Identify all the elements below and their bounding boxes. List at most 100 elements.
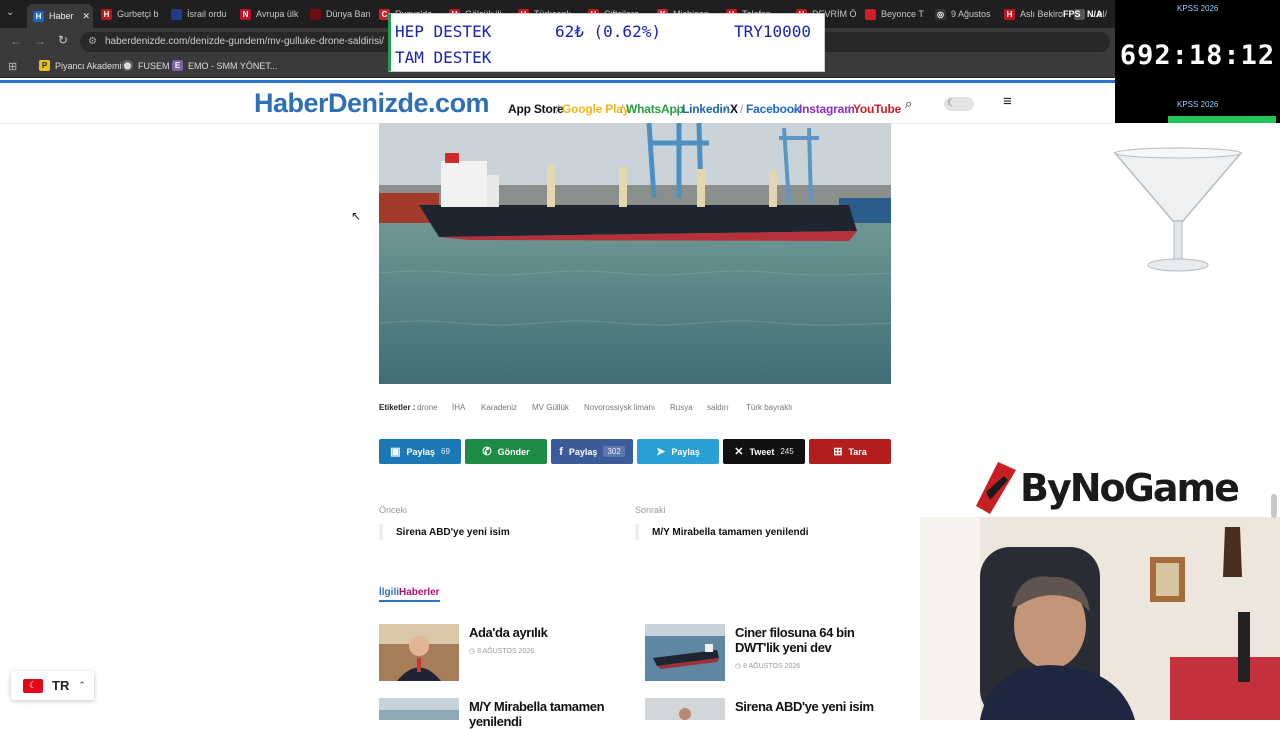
countdown-overlay: KPSS 2026 692:18:12 KPSS 2026 bbox=[1115, 0, 1280, 123]
ticker-line-2: TAM DESTEK bbox=[395, 48, 492, 67]
share-label: Gönder bbox=[497, 446, 530, 457]
tab-title: Beyonce T bbox=[881, 9, 924, 19]
emo-icon: E bbox=[172, 60, 183, 71]
browser-tab[interactable]: N Avrupa ülk bbox=[234, 4, 300, 24]
globe-icon: ◍ bbox=[122, 60, 133, 71]
related-thumb-3[interactable] bbox=[379, 698, 459, 720]
prev-marker bbox=[379, 524, 383, 540]
bookmark-label: FUSEM bbox=[138, 60, 170, 71]
bookmark-emo[interactable]: E EMO - SMM YÖNET... bbox=[172, 60, 277, 71]
tag-link[interactable]: saldırı bbox=[707, 403, 729, 412]
tab-list-dropdown-icon[interactable]: ⌄ bbox=[6, 7, 14, 18]
apps-grid-icon[interactable]: ⊞ bbox=[8, 60, 17, 73]
portrait-photo bbox=[379, 624, 459, 681]
related-title-3[interactable]: M/Y Mirabella tamamen yenilendi bbox=[469, 699, 619, 729]
tag-link[interactable]: Rusya bbox=[670, 403, 693, 412]
whatsapp-icon: ✆ bbox=[482, 446, 492, 458]
article-hero-image bbox=[379, 123, 891, 384]
related-date-1: ◷ 8 AĞUSTOS 2026 bbox=[469, 648, 535, 655]
nav-separator: / bbox=[556, 102, 560, 116]
countdown-progress-bar bbox=[1168, 116, 1276, 123]
browser-tab[interactable]: H Haber ✕ bbox=[27, 4, 93, 28]
qr-code-icon: ⊞ bbox=[833, 446, 843, 458]
nav-separator: / bbox=[740, 102, 744, 116]
martini-glass-icon bbox=[1113, 147, 1243, 272]
related-thumb-1[interactable] bbox=[379, 624, 459, 681]
prev-article-link[interactable]: Sirena ABD'ye yeni isim bbox=[396, 527, 510, 538]
share-button-x[interactable]: ✕ Tweet 245 bbox=[723, 439, 805, 464]
tag-link[interactable]: Türk bayraklı bbox=[746, 403, 792, 412]
share-label: Tweet bbox=[749, 446, 775, 457]
tab-favicon-icon bbox=[171, 8, 182, 20]
share-button-qr[interactable]: ⊞ Tara bbox=[809, 439, 891, 464]
tag-link[interactable]: Novorossiysk limanı bbox=[584, 403, 655, 412]
share-button-tg[interactable]: ➤ Paylaş bbox=[637, 439, 719, 464]
webcam-overlay bbox=[920, 517, 1280, 720]
tab-title: Dünya Ban bbox=[326, 9, 370, 19]
related-title-1[interactable]: Ada'da ayrılık bbox=[469, 625, 619, 640]
share-button-wa[interactable]: ✆ Gönder bbox=[465, 439, 547, 464]
yacht-photo bbox=[379, 698, 459, 720]
tag-link[interactable]: İHA bbox=[452, 403, 465, 412]
prev-label: Önceki bbox=[379, 505, 408, 515]
share-button-in[interactable]: ▣ Paylaş 69 bbox=[379, 439, 461, 464]
tab-favicon-icon: H bbox=[101, 8, 112, 20]
browser-tab[interactable]: Dünya Ban bbox=[304, 4, 370, 24]
related-date-1-text: 8 AĞUSTOS 2026 bbox=[477, 648, 535, 655]
site-logo[interactable]: HaberDenizde.com bbox=[254, 88, 490, 119]
related-thumb-4[interactable] bbox=[645, 698, 725, 720]
language-switcher[interactable]: ☾ TR ⌃ bbox=[11, 671, 94, 700]
donation-ticker-overlay: HEP DESTEK 62₺ (0.62%) TRY10000 TAM DEST… bbox=[388, 13, 825, 72]
share-label: Paylaş bbox=[568, 446, 598, 457]
fps-value: N/A bbox=[1087, 9, 1103, 19]
ticker-goal-amount: TRY10000 bbox=[734, 22, 812, 41]
related-date-2-text: 8 AĞUSTOS 2026 bbox=[743, 663, 801, 670]
tag-link[interactable]: drone bbox=[417, 403, 437, 412]
next-marker bbox=[635, 524, 639, 540]
dark-mode-toggle[interactable]: ☾ bbox=[944, 97, 974, 111]
tags-label: Etiketler : bbox=[379, 403, 416, 412]
tab-favicon-icon: H bbox=[1004, 8, 1015, 20]
back-icon[interactable]: ← bbox=[10, 34, 22, 48]
page-scrollbar-thumb[interactable] bbox=[1271, 494, 1277, 518]
nav-link-linkedin[interactable]: Linkedin bbox=[682, 102, 730, 116]
forward-icon[interactable]: → bbox=[34, 34, 46, 48]
hamburger-menu-icon[interactable]: ≡ bbox=[1003, 93, 1012, 110]
related-heading-a: İlgili bbox=[379, 587, 399, 598]
fps-indicator: FPS N/A bbox=[1063, 9, 1103, 19]
bynogame-logo: ByNoGame bbox=[976, 462, 1240, 514]
reload-icon[interactable]: ↻ bbox=[58, 33, 68, 47]
url-text: haberdenizde.com/denizde-gundem/mv-gullu… bbox=[105, 36, 385, 47]
browser-tab[interactable]: H Gurbetçi b bbox=[95, 4, 161, 24]
browser-tab[interactable]: İsrail ordu bbox=[165, 4, 231, 24]
ticker-goal-label: HEP DESTEK bbox=[395, 22, 492, 41]
share-count: 302 bbox=[603, 446, 625, 457]
nav-separator: / bbox=[676, 102, 680, 116]
countdown-top-label: KPSS 2026 bbox=[1177, 4, 1219, 13]
tag-link[interactable]: MV Güllük bbox=[532, 403, 569, 412]
bookmark-piyanci[interactable]: P Piyancı Akademi bbox=[39, 60, 122, 71]
site-info-icon[interactable]: ⚙ bbox=[88, 32, 97, 52]
bulk-carrier-photo bbox=[645, 624, 725, 681]
language-code: TR bbox=[52, 678, 70, 693]
browser-tab[interactable]: H Aslı Bekiro bbox=[998, 4, 1064, 24]
next-label: Sonraki bbox=[635, 505, 666, 515]
browser-tab[interactable]: ◎ 9 Ağustos bbox=[929, 4, 995, 24]
bookmark-fusem[interactable]: ◍ FUSEM bbox=[122, 60, 170, 71]
tab-title: Aslı Bekiro bbox=[1020, 9, 1064, 19]
related-title-4[interactable]: Sirena ABD'ye yeni isim bbox=[735, 699, 885, 714]
nav-separator: / bbox=[847, 102, 851, 116]
countdown-value: 692:18:12 bbox=[1119, 40, 1276, 71]
nav-link-youtube[interactable]: YouTube bbox=[853, 102, 901, 116]
browser-tab[interactable]: Beyonce T bbox=[859, 4, 925, 24]
search-icon[interactable]: ⌕ bbox=[905, 96, 912, 112]
close-tab-icon[interactable]: ✕ bbox=[83, 11, 91, 22]
tab-favicon-icon bbox=[865, 8, 876, 20]
share-button-f[interactable]: f Paylaş 302 bbox=[551, 439, 633, 464]
related-title-2[interactable]: Ciner filosuna 64 bin DWT'lik yeni dev bbox=[735, 625, 885, 655]
related-thumb-2[interactable] bbox=[645, 624, 725, 681]
tag-link[interactable]: Karadeniz bbox=[481, 403, 517, 412]
next-article-link[interactable]: M/Y Mirabella tamamen yenilendi bbox=[652, 527, 809, 538]
bynogame-wordmark: ByNoGame bbox=[1020, 466, 1240, 510]
nav-link-x[interactable]: X bbox=[730, 102, 738, 116]
